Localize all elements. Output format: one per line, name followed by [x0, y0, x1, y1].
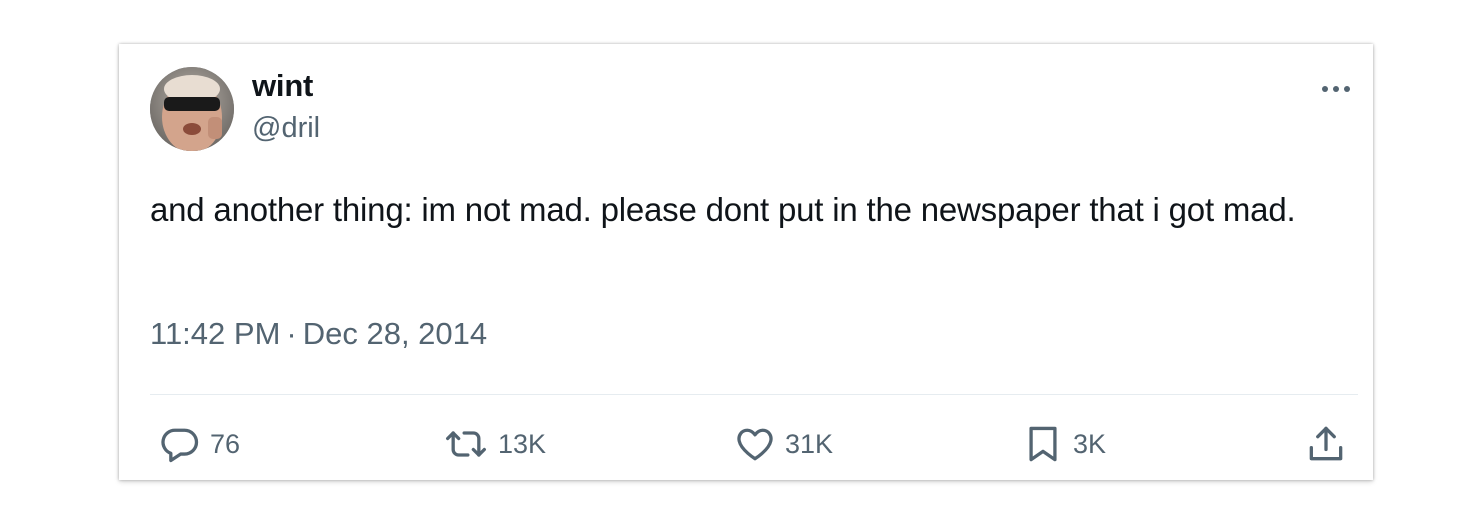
bookmark-count: 3K [1073, 428, 1107, 459]
retweet-button[interactable]: 13K [442, 419, 546, 469]
retweet-count: 13K [498, 428, 547, 459]
user-handle[interactable]: @dril [252, 112, 320, 145]
user-avatar-sunglasses-icon [150, 67, 234, 151]
reply-count: 76 [210, 428, 241, 459]
tweet-time: 11:42 PM [150, 316, 281, 351]
display-name[interactable]: wint [252, 68, 313, 104]
bookmark-button[interactable]: 3K [1021, 419, 1106, 469]
more-options-button[interactable] [1315, 74, 1359, 104]
tweet-text: and another thing: im not mad. please do… [150, 191, 1296, 228]
tweet-card: wint @dril and another thing: im not mad… [119, 44, 1373, 480]
share-button[interactable] [1304, 419, 1348, 469]
avatar[interactable] [150, 67, 234, 151]
retweet-icon [442, 422, 490, 466]
reply-button[interactable]: 76 [158, 419, 240, 469]
like-count: 31K [785, 428, 834, 459]
heart-icon [733, 422, 777, 466]
like-button[interactable]: 31K [733, 419, 833, 469]
tweet-timestamp[interactable]: 11:42 PM · Dec 28, 2014 [150, 316, 487, 352]
more-horizontal-icon [1322, 86, 1350, 92]
tweet-date: Dec 28, 2014 [302, 316, 488, 351]
share-icon [1304, 422, 1348, 466]
divider [150, 394, 1358, 395]
bookmark-icon [1021, 421, 1065, 467]
reply-icon [158, 422, 202, 466]
timestamp-separator: · [286, 316, 297, 351]
